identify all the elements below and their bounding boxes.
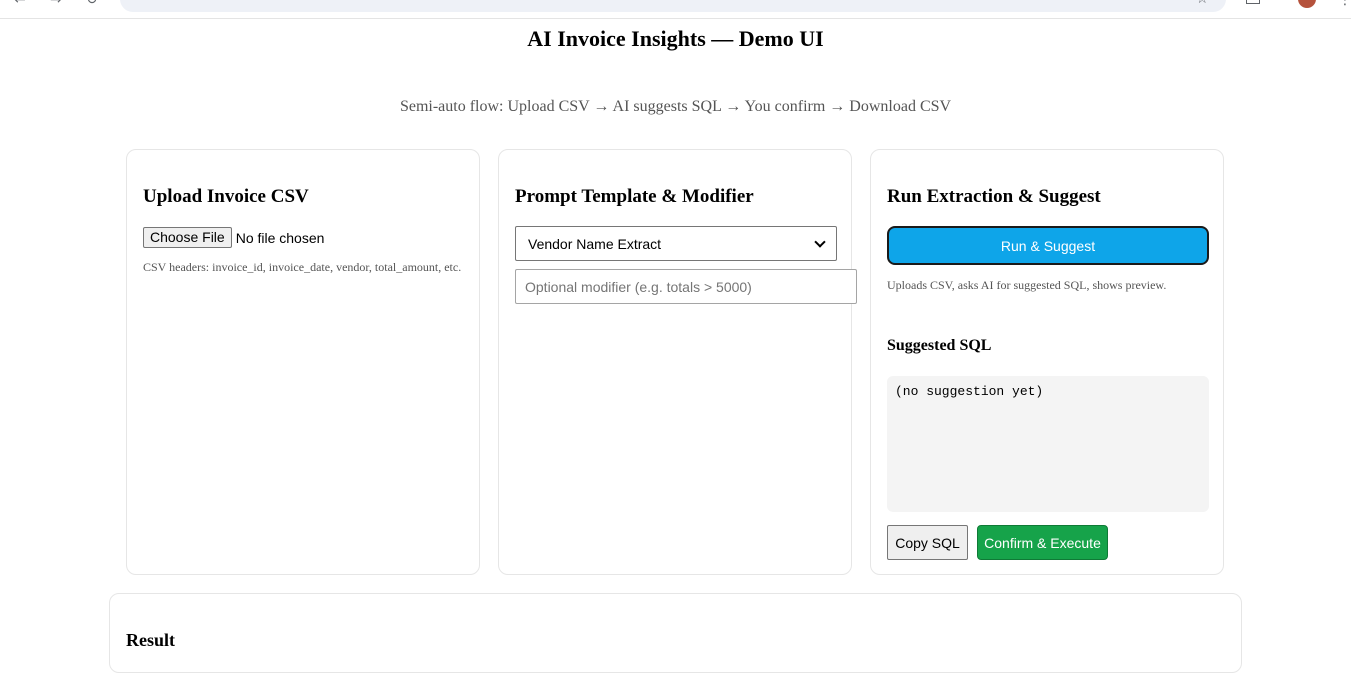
back-icon[interactable]: ← — [14, 0, 26, 8]
run-suggest-button[interactable]: Run & Suggest — [887, 226, 1209, 265]
forward-icon[interactable]: → — [50, 0, 62, 8]
prompt-heading: Prompt Template & Modifier — [515, 186, 754, 207]
suggested-sql-box[interactable]: (no suggestion yet) — [887, 376, 1209, 512]
suggested-sql-heading: Suggested SQL — [887, 337, 992, 354]
profile-avatar[interactable] — [1298, 0, 1316, 8]
upload-card: Upload Invoice CSV Choose File No file c… — [126, 149, 480, 575]
run-card: Run Extraction & Suggest Run & Suggest U… — [870, 149, 1224, 575]
browser-menu-icon[interactable]: ⋮ — [1338, 0, 1351, 8]
upload-heading: Upload Invoice CSV — [143, 186, 309, 207]
bookmark-star-icon[interactable]: ☆ — [1196, 0, 1209, 7]
reload-icon[interactable]: ↻ — [86, 0, 98, 8]
template-select-value: Vendor Name Extract — [528, 235, 662, 252]
extensions-icon[interactable] — [1246, 0, 1260, 4]
choose-file-button[interactable]: Choose File — [143, 227, 232, 248]
file-status: No file chosen — [235, 229, 325, 246]
run-hint: Uploads CSV, asks AI for suggested SQL, … — [887, 278, 1167, 292]
result-card: Result — [109, 593, 1242, 673]
address-bar[interactable] — [120, 0, 1226, 12]
csv-headers-hint: CSV headers: invoice_id, invoice_date, v… — [143, 260, 462, 274]
confirm-execute-button[interactable]: Confirm & Execute — [977, 525, 1108, 560]
browser-chrome: ← → ↻ ☆ ⋮ — [0, 0, 1351, 19]
run-heading: Run Extraction & Suggest — [887, 186, 1101, 207]
page-title: AI Invoice Insights — Demo UI — [527, 26, 824, 51]
result-heading: Result — [126, 630, 175, 650]
page-subtitle: Semi-auto flow: Upload CSV → AI suggests… — [399, 98, 952, 115]
copy-sql-button[interactable]: Copy SQL — [887, 525, 968, 560]
chevron-down-icon — [814, 235, 826, 248]
modifier-input[interactable] — [515, 269, 857, 304]
prompt-card: Prompt Template & Modifier Vendor Name E… — [498, 149, 857, 575]
file-input[interactable]: Choose File No file chosen — [143, 227, 324, 248]
template-select[interactable]: Vendor Name Extract — [515, 226, 837, 261]
